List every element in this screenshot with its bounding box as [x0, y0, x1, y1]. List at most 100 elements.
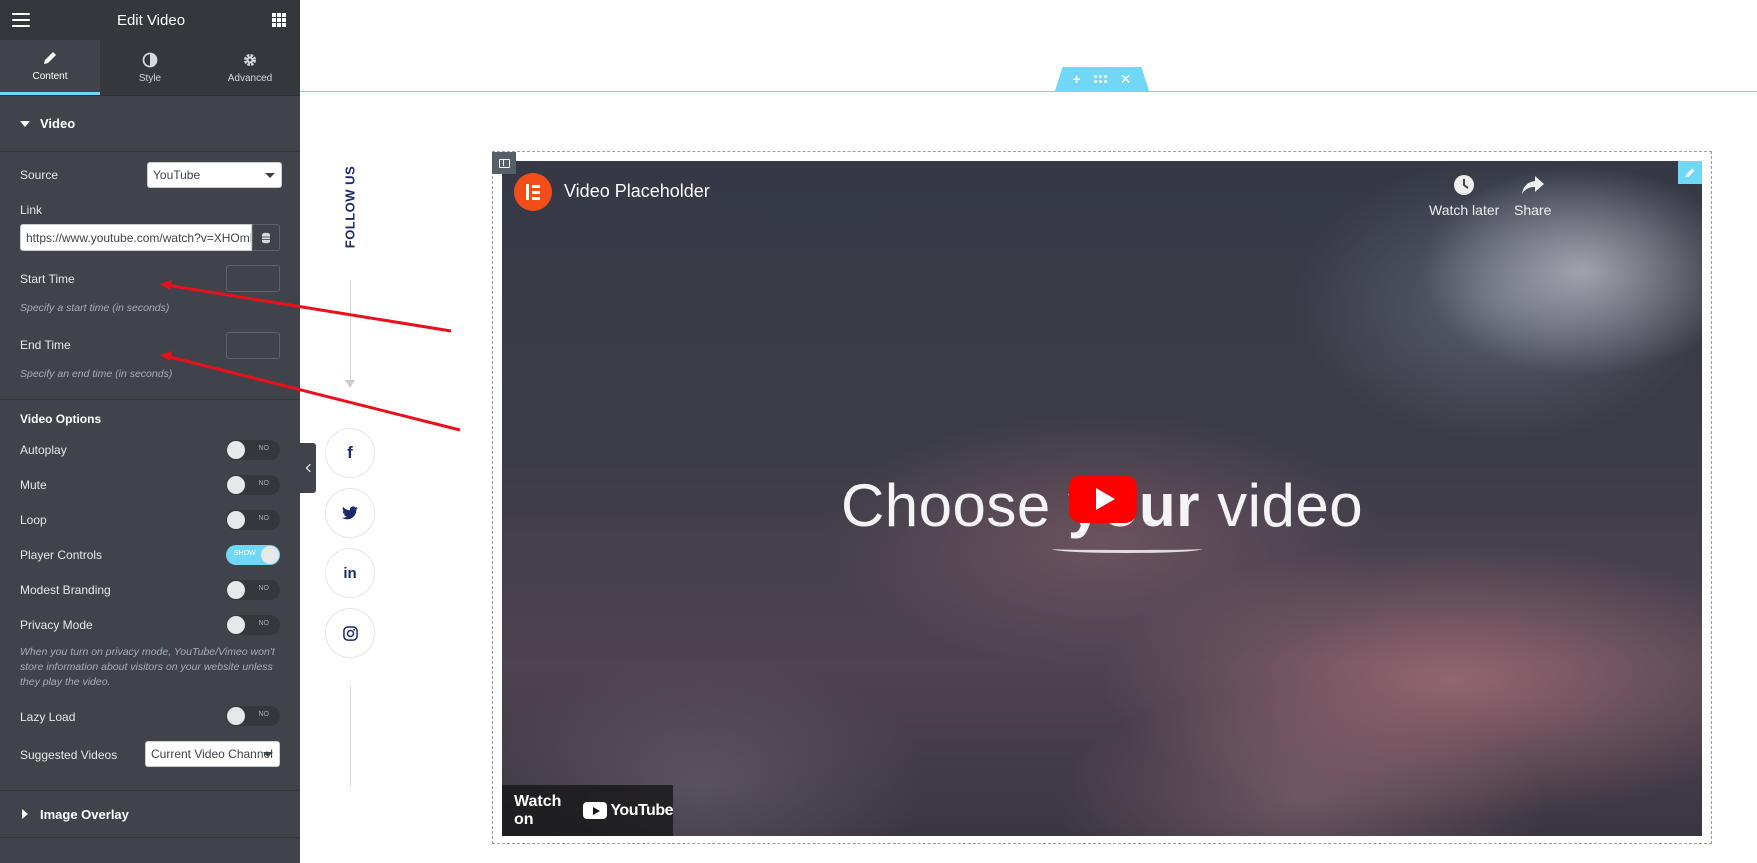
tab-content-label: Content: [32, 71, 68, 82]
toggle-state: NO: [258, 585, 270, 592]
link-label: Link: [20, 203, 43, 217]
play-button[interactable]: [1069, 475, 1137, 523]
toggle-knob: [227, 707, 245, 725]
autoplay-label: Autoplay: [20, 443, 67, 457]
linkedin-icon[interactable]: in: [325, 548, 375, 598]
panel-header: Edit Video: [0, 0, 300, 40]
close-icon[interactable]: ✕: [1120, 71, 1132, 88]
headline-start: Choose: [840, 472, 1068, 539]
privacy-mode-description: When you turn on privacy mode, YouTube/V…: [20, 646, 275, 688]
toggle-knob: [227, 581, 245, 599]
dynamic-tags-button[interactable]: [252, 224, 280, 251]
toggle-state: NO: [258, 620, 270, 627]
link-input[interactable]: https://www.youtube.com/watch?v=XHOmBV4j…: [20, 224, 252, 251]
twitter-icon[interactable]: [325, 488, 375, 538]
lazy-load-label: Lazy Load: [20, 710, 76, 724]
follow-us-block: FOLLOW US: [340, 162, 360, 252]
toggle-knob: [227, 511, 245, 529]
play-icon: [1095, 488, 1115, 510]
start-time-description: Specify a start time (in seconds): [20, 302, 170, 314]
panel-tabs: Content Style Advanced: [0, 40, 300, 96]
section-image-overlay-title: Image Overlay: [40, 806, 129, 822]
chevron-down-icon: [263, 752, 273, 757]
end-time-label: End Time: [20, 338, 71, 352]
share-icon: [1521, 176, 1544, 194]
watch-later-button[interactable]: Watch later: [1429, 174, 1499, 218]
drag-handle-icon[interactable]: [1093, 75, 1107, 83]
source-select[interactable]: YouTube: [147, 162, 282, 188]
widgets-grid-icon[interactable]: [271, 13, 286, 27]
suggested-videos-select[interactable]: Current Video Channel: [145, 741, 280, 767]
autoplay-toggle[interactable]: NO: [226, 440, 280, 460]
tab-style[interactable]: Style: [100, 40, 200, 95]
youtube-wordmark: YouTube: [610, 801, 673, 819]
toggle-knob: [227, 441, 245, 459]
toggle-state: NO: [258, 711, 270, 718]
menu-icon[interactable]: [12, 13, 30, 27]
pencil-icon: [44, 52, 56, 64]
column-icon: [498, 158, 510, 168]
edit-widget-button[interactable]: [1678, 161, 1702, 184]
tab-style-label: Style: [138, 72, 162, 84]
panel-title: Edit Video: [116, 11, 186, 29]
privacy-mode-label: Privacy Mode: [20, 618, 93, 632]
toggle-state: NO: [258, 515, 270, 522]
caret-down-icon: [20, 120, 30, 127]
headline-underline: [1052, 545, 1202, 553]
database-icon: [262, 232, 270, 243]
section-video-toggle[interactable]: Video: [0, 96, 300, 152]
pencil-icon: [1685, 168, 1695, 177]
video-player[interactable]: Video Placeholder Watch later Share Choo…: [502, 161, 1702, 836]
watch-on-youtube-button[interactable]: Watch on YouTube: [502, 785, 673, 836]
link-value: https://www.youtube.com/watch?v=XHOmBV4j…: [26, 230, 251, 245]
youtube-logo: YouTube: [583, 802, 673, 820]
video-options-heading: Video Options: [20, 412, 102, 426]
player-controls-label: Player Controls: [20, 548, 103, 562]
tab-content[interactable]: Content: [0, 40, 100, 95]
mute-toggle[interactable]: NO: [226, 475, 280, 495]
watch-on-label: Watch on: [514, 792, 562, 828]
elementor-logo-icon[interactable]: [514, 173, 552, 211]
follow-us-text: FOLLOW US: [342, 165, 358, 249]
twitter-glyph: [342, 506, 358, 520]
section-handle[interactable]: + ✕: [1055, 67, 1149, 91]
toggle-knob: [227, 616, 245, 634]
modest-branding-label: Modest Branding: [20, 583, 111, 597]
source-value: YouTube: [153, 168, 201, 182]
toggle-state: NO: [258, 445, 270, 452]
youtube-play-icon: [583, 802, 608, 819]
instagram-icon[interactable]: [325, 608, 375, 658]
section-image-overlay-toggle[interactable]: Image Overlay: [0, 790, 300, 838]
gear-icon: [244, 53, 256, 66]
suggested-videos-label: Suggested Videos: [20, 748, 118, 762]
suggested-videos-value: Current Video Channel: [151, 747, 273, 761]
add-section-icon[interactable]: +: [1073, 71, 1081, 87]
linkedin-glyph: in: [343, 564, 357, 582]
source-label: Source: [20, 168, 59, 182]
tab-advanced[interactable]: Advanced: [200, 40, 300, 95]
clock-icon: [1454, 175, 1475, 195]
editor-panel: Edit Video Content Style Advanced Video …: [0, 0, 300, 863]
chevron-left-icon: [305, 463, 314, 473]
modest-branding-toggle[interactable]: NO: [226, 580, 280, 600]
half-circle-icon: [142, 52, 158, 67]
lazy-load-toggle[interactable]: NO: [226, 706, 280, 726]
mute-label: Mute: [20, 478, 47, 492]
start-time-label: Start Time: [20, 272, 75, 286]
column-handle[interactable]: [492, 152, 516, 174]
loop-toggle[interactable]: NO: [226, 510, 280, 530]
end-time-input[interactable]: [226, 332, 280, 359]
privacy-mode-toggle[interactable]: NO: [226, 615, 280, 635]
collapse-panel-button[interactable]: [300, 443, 316, 493]
toggle-knob: [261, 546, 279, 564]
share-label: Share: [1514, 202, 1552, 218]
divider: [0, 399, 300, 400]
watch-later-label: Watch later: [1429, 202, 1500, 218]
share-button[interactable]: Share: [1514, 174, 1551, 218]
instagram-glyph: [342, 625, 358, 641]
start-time-input[interactable]: [226, 265, 280, 292]
player-controls-toggle[interactable]: SHOW: [226, 545, 280, 565]
toggle-state: SHOW: [234, 550, 256, 557]
video-title[interactable]: Video Placeholder: [564, 181, 710, 202]
facebook-icon[interactable]: f: [325, 428, 375, 478]
